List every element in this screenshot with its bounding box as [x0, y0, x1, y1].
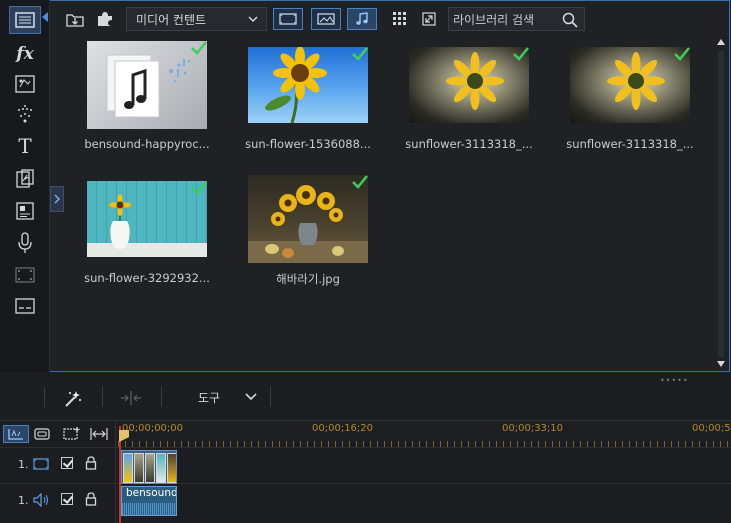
in-use-check-icon [513, 47, 529, 61]
video-track-row: 1. [0, 447, 731, 481]
tools-row [0, 374, 731, 420]
audio-track-row: 1. [0, 483, 731, 517]
chevron-down-icon [248, 16, 258, 23]
image-thumbnail [87, 181, 207, 257]
lock-icon[interactable] [85, 456, 97, 470]
media-item-caption: bensound-happyroc... [84, 137, 210, 151]
magic-tool-icon[interactable] [64, 390, 82, 408]
divider [161, 387, 162, 407]
expand-panel-tab[interactable] [50, 186, 64, 212]
track-number: 1. [18, 458, 29, 471]
image-thumbnail [248, 175, 368, 263]
in-use-check-icon [352, 47, 368, 61]
timeline-ruler[interactable]: 00;00;00;00 00;00;16;20 00;00;33;10 00;0… [118, 421, 731, 447]
video-filter-toggle[interactable] [273, 8, 303, 30]
microphone-icon[interactable] [9, 229, 41, 257]
chapter-room-icon[interactable] [9, 261, 41, 289]
media-item-caption: sun-flower-3292932... [84, 271, 210, 285]
pip-room-icon[interactable] [9, 70, 41, 98]
video-clip[interactable] [121, 450, 177, 484]
fit-timeline-icon[interactable] [90, 428, 108, 440]
room-rail: fx T [0, 0, 50, 372]
media-library-panel: 미디어 컨텐트 라이브러리 검색 bensound-happyroc... su… [50, 0, 730, 372]
track-enable-checkbox[interactable] [61, 457, 73, 469]
library-scrollbar[interactable] [714, 35, 728, 371]
clip-frame [156, 453, 166, 483]
in-use-check-icon [674, 47, 690, 61]
image-thumbnail [409, 47, 529, 123]
track-number: 1. [18, 494, 29, 507]
divider [44, 387, 45, 407]
timecode-label: 00;00;16;20 [312, 423, 374, 434]
audio-waveform [122, 503, 176, 515]
title-room-icon[interactable]: T [9, 132, 41, 160]
clip-frame [123, 453, 133, 483]
timeline-panel: 00;00;00;00 00;00;16;20 00;00;33;10 00;0… [0, 420, 731, 523]
in-use-check-icon [191, 41, 207, 55]
plugin-puzzle-icon[interactable] [94, 8, 116, 30]
media-item-caption: sun-flower-1536088... [245, 137, 371, 151]
audio-clip[interactable]: bensound [121, 486, 177, 516]
subtitle-room-icon[interactable] [9, 197, 41, 225]
add-track-icon[interactable] [63, 427, 81, 441]
divider [270, 387, 271, 407]
chevron-right-icon [54, 194, 60, 204]
speaker-icon [33, 493, 48, 507]
divider [102, 387, 103, 407]
tools-dropdown-label[interactable]: 도구 [198, 389, 220, 406]
audio-filter-toggle[interactable] [347, 8, 377, 30]
scrollbar-track[interactable] [718, 51, 724, 357]
image-thumbnail [570, 47, 690, 123]
in-use-check-icon [352, 175, 368, 189]
fx-room-icon[interactable]: fx [9, 40, 41, 68]
clip-frame [145, 453, 155, 483]
media-item-caption: sunflower-3113318_... [405, 137, 533, 151]
media-item-caption: 해바라기.jpg [276, 272, 340, 286]
scroll-down-icon[interactable] [717, 361, 725, 367]
image-thumbnail [248, 47, 368, 123]
search-icon[interactable] [562, 12, 578, 28]
particle-room-icon[interactable] [9, 100, 41, 128]
storyboard-view-icon[interactable] [31, 425, 53, 443]
clip-frame [134, 453, 144, 483]
media-content-dropdown-value: 미디어 컨텐트 [136, 12, 207, 27]
video-track-icon [33, 458, 49, 470]
import-media-icon[interactable] [64, 8, 86, 30]
audio-thumbnail [87, 41, 207, 129]
library-toolbar: 미디어 컨텐트 라이브러리 검색 [50, 1, 729, 35]
lock-icon[interactable] [85, 492, 97, 506]
in-use-check-icon [191, 181, 207, 195]
image-filter-toggle[interactable] [311, 8, 341, 30]
timecode-label: 00;00;50 [692, 423, 731, 434]
chevron-down-icon[interactable] [245, 393, 257, 401]
editor-window: fx T 미디어 컨텐트 라이브러리 검색 bensound-happyroc.… [0, 0, 731, 523]
media-item-caption: sunflower-3113318_... [566, 137, 694, 151]
timeline-view-toggle[interactable] [3, 425, 29, 443]
timecode-label: 00;00;33;10 [502, 423, 564, 434]
split-clip-icon[interactable] [120, 391, 142, 405]
media-content-dropdown[interactable]: 미디어 컨텐트 [126, 7, 267, 31]
grid-view-icon[interactable] [389, 8, 411, 30]
resize-grip-icon[interactable]: ••••• [660, 376, 689, 385]
caption-room-icon[interactable] [9, 292, 41, 320]
audio-clip-name: bensound [126, 487, 177, 499]
scroll-up-icon[interactable] [717, 39, 725, 45]
media-grid: bensound-happyroc... sun-flower-1536088.… [50, 35, 712, 371]
expand-view-icon[interactable] [418, 8, 440, 30]
library-search-placeholder: 라이브러리 검색 [453, 12, 535, 27]
media-room-icon[interactable] [9, 6, 41, 34]
library-search-input[interactable]: 라이브러리 검색 [448, 7, 585, 31]
clip-frame [167, 453, 176, 483]
active-room-arrow-icon [42, 12, 48, 22]
track-enable-checkbox[interactable] [61, 493, 73, 505]
timecode-label: 00;00;00;00 [122, 423, 184, 434]
transition-room-icon[interactable] [9, 165, 41, 193]
